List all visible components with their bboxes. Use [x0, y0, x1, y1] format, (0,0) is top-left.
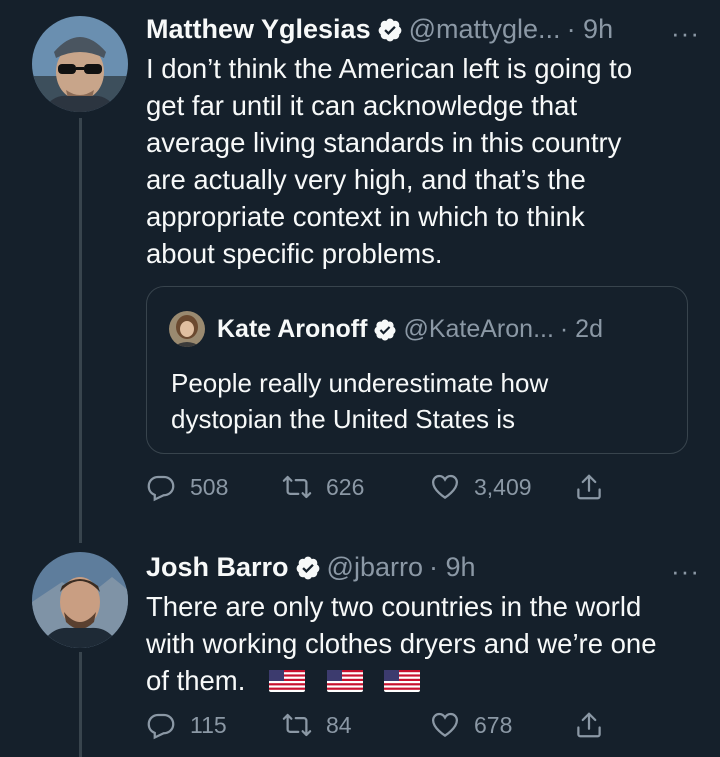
quoted-tweet[interactable]: Kate Aronoff @KateAron... · 2d People re…	[146, 286, 688, 454]
tweet-header: Josh Barro @jbarro · 9h	[146, 552, 476, 583]
thread-line	[79, 652, 82, 757]
us-flag-icon	[269, 670, 305, 692]
author-handle[interactable]: @mattygle...	[409, 14, 561, 45]
quote-avatar[interactable]	[169, 311, 205, 347]
avatar[interactable]	[32, 16, 128, 112]
share-button[interactable]	[574, 472, 618, 502]
retweet-icon	[282, 713, 312, 737]
quote-author-name: Kate Aronoff	[217, 315, 368, 343]
like-button[interactable]: 678	[430, 710, 574, 740]
author-name[interactable]: Matthew Yglesias	[146, 14, 371, 45]
tweet-header: Matthew Yglesias @mattygle... · 9h	[146, 14, 613, 45]
us-flag-icon	[384, 670, 421, 692]
like-count: 678	[474, 711, 513, 738]
author-name[interactable]: Josh Barro	[146, 552, 289, 583]
tweet-text: There are only two countries in the worl…	[146, 591, 657, 696]
avatar[interactable]	[32, 552, 128, 648]
verified-badge-icon	[295, 555, 321, 581]
retweet-button[interactable]: 626	[282, 472, 430, 502]
retweet-icon	[282, 475, 312, 499]
like-button[interactable]: 3,409	[430, 472, 574, 502]
more-options-icon[interactable]: ···	[671, 556, 700, 587]
avatar-photo	[32, 16, 128, 112]
heart-icon	[431, 474, 459, 499]
reply-button[interactable]: 508	[146, 472, 282, 502]
tweet[interactable]: Matthew Yglesias @mattygle... · 9h ··· I…	[0, 0, 720, 543]
tweet-actions: 115 84 678	[146, 710, 618, 740]
quote-text: People really underestimate how dystopia…	[171, 368, 549, 434]
quote-timestamp: · 2d	[559, 315, 603, 343]
verified-badge-icon	[377, 17, 403, 43]
tweet[interactable]: Josh Barro @jbarro · 9h ··· There are on…	[0, 540, 720, 757]
thread-line	[79, 118, 82, 543]
tweet-actions: 508 626 3,409	[146, 472, 618, 502]
avatar-photo	[32, 552, 128, 648]
more-options-icon[interactable]: ···	[671, 18, 700, 49]
share-icon	[577, 474, 601, 500]
like-count: 3,409	[474, 473, 532, 500]
retweet-count: 84	[326, 711, 352, 738]
retweet-count: 626	[326, 473, 365, 500]
reply-icon	[147, 713, 175, 740]
reply-button[interactable]: 115	[146, 710, 282, 740]
heart-icon	[431, 712, 459, 737]
author-handle[interactable]: @jbarro	[327, 552, 423, 583]
share-button[interactable]	[574, 710, 618, 740]
quote-author-handle: @KateAron...	[403, 315, 554, 343]
verified-badge-icon	[373, 318, 397, 342]
reply-count: 115	[190, 711, 227, 738]
timestamp[interactable]: · 9h	[429, 552, 476, 583]
us-flag-icon	[326, 670, 363, 692]
share-icon	[577, 712, 601, 738]
retweet-button[interactable]: 84	[282, 710, 430, 740]
tweet-text: I don’t think the American left is going…	[146, 53, 633, 269]
quote-header: Kate Aronoff @KateAron... · 2d	[217, 315, 603, 344]
timestamp[interactable]: · 9h	[567, 14, 614, 45]
reply-count: 508	[190, 473, 229, 500]
reply-icon	[147, 475, 175, 502]
